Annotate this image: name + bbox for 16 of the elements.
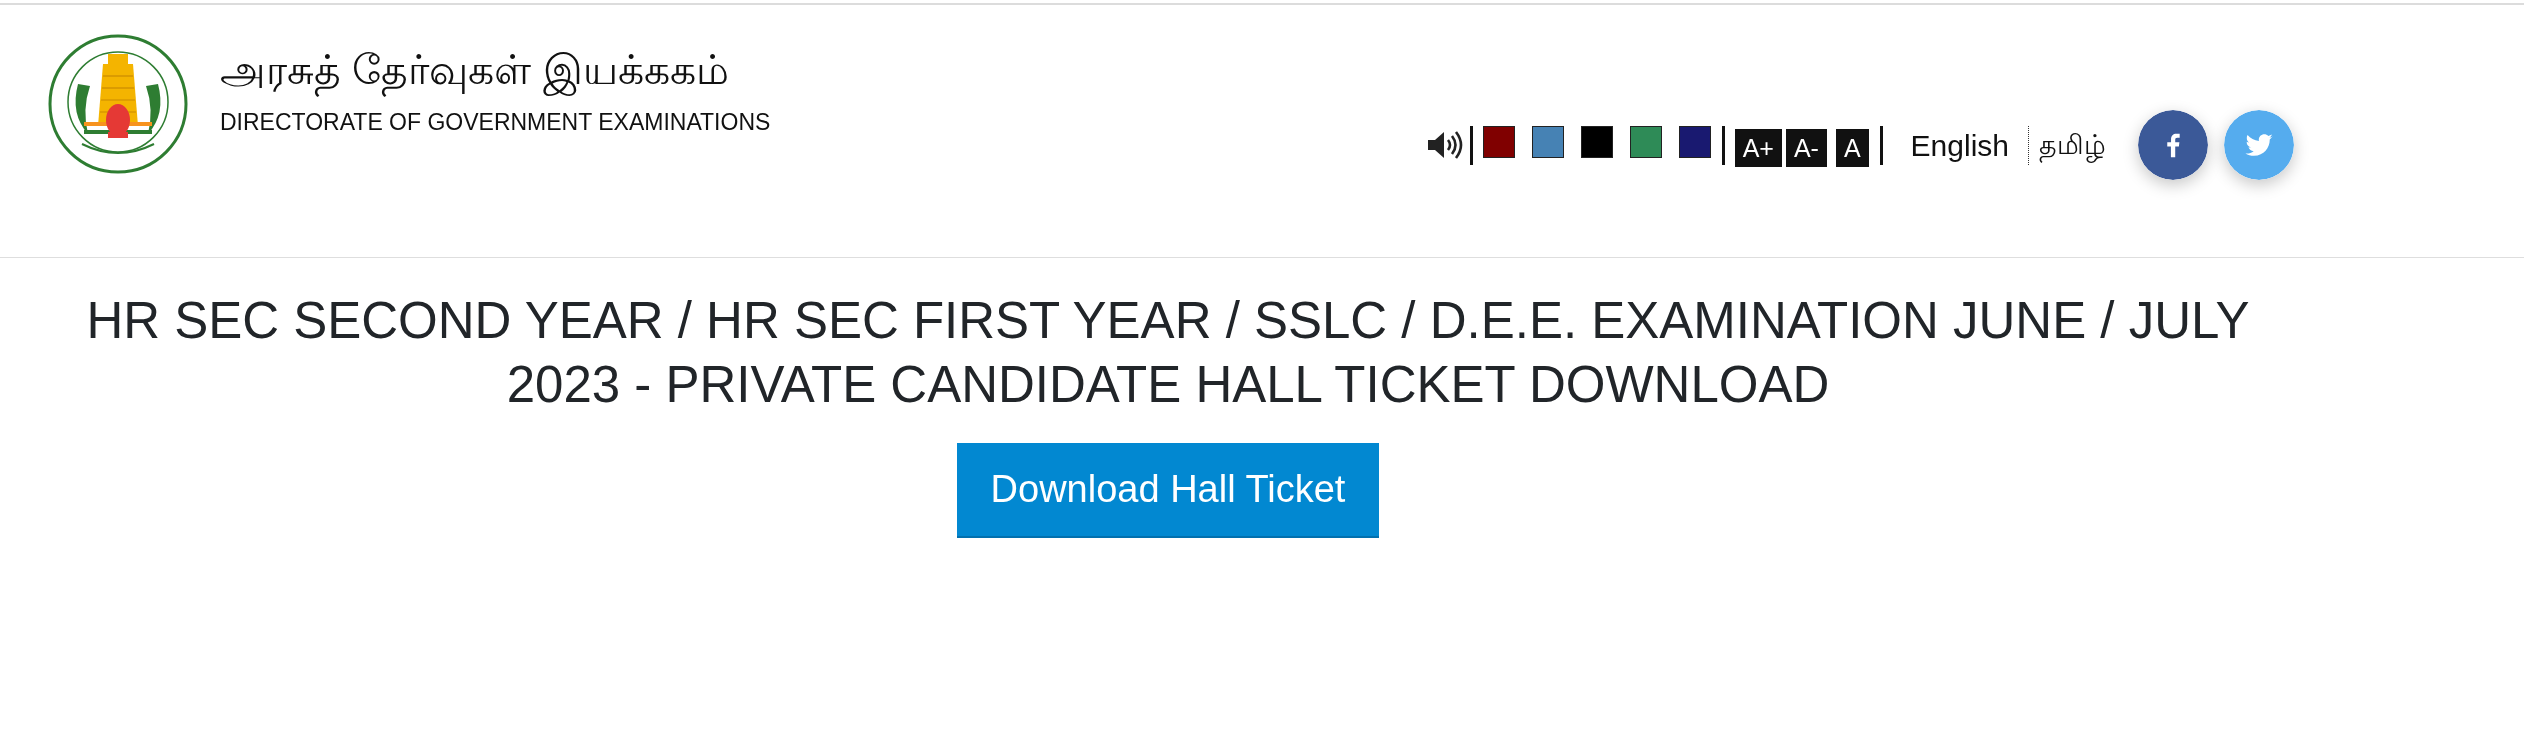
download-hall-ticket-button[interactable]: Download Hall Ticket [956,443,1380,539]
color-swatch-icon[interactable] [1482,126,1515,158]
site-subtitle: DIRECTORATE OF GOVERNMENT EXAMINATIONS [220,109,771,137]
facebook-icon[interactable] [2138,110,2208,180]
font-size-button[interactable]: A [1835,128,1869,167]
page-heading: HR SEC SECOND YEAR / HR SEC FIRST YEAR / SSLC / D.E.E. EXAMINATION JUNE / JULY 2023 - PRIVATE CANDIDATE HALL TICKET DOWNLOAD [85,291,2251,415]
color-swatch-icon[interactable] [1531,126,1564,158]
color-swatch-icon[interactable] [1580,126,1613,158]
font-size-button[interactable]: A- [1785,128,1827,167]
language-link[interactable]: தமிழ் [2039,124,2106,166]
speaker-icon[interactable] [1426,130,1463,160]
site-title: அரசுத் தேர்வுகள் இயக்ககம் [220,46,771,96]
color-swatch-icon[interactable] [1629,126,1662,158]
language-link[interactable]: English [1910,122,2009,168]
color-swatch-icon[interactable] [1678,126,1711,158]
font-size-button[interactable]: A+ [1734,128,1782,167]
